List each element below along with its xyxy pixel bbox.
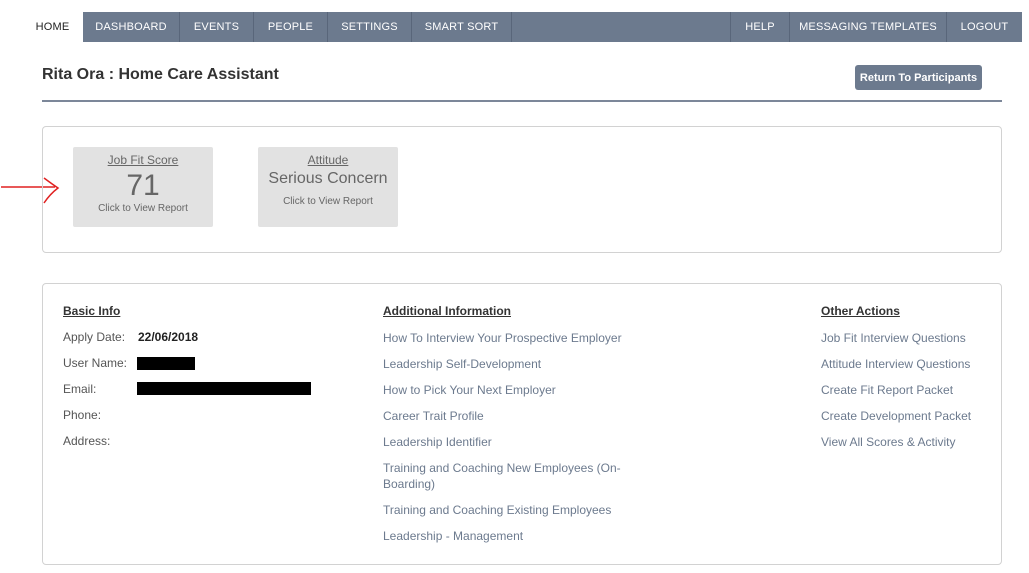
phone-label: Phone: xyxy=(63,408,102,422)
attitude-card[interactable]: Attitude Serious Concern Click to View R… xyxy=(258,147,398,227)
page-title: Rita Ora : Home Care Assistant xyxy=(42,66,279,83)
other-actions-link[interactable]: Job Fit Interview Questions xyxy=(821,330,991,346)
header-divider xyxy=(42,100,1002,102)
attitude-caption: Click to View Report xyxy=(283,196,373,207)
other-actions-heading: Other Actions xyxy=(821,304,900,318)
additional-info-link[interactable]: How to Pick Your Next Employer xyxy=(383,382,633,398)
address-row: Address: xyxy=(63,434,363,460)
apply-date-value: 22/06/2018 xyxy=(138,330,199,344)
apply-date-label: Apply Date: xyxy=(63,330,126,344)
nav-logout[interactable]: LOGOUT xyxy=(946,12,1022,42)
additional-info-link[interactable]: Training and Coaching New Employees (On-… xyxy=(383,460,633,492)
nav-events[interactable]: EVENTS xyxy=(180,12,254,42)
email-label: Email: xyxy=(63,382,97,396)
nav-settings[interactable]: SETTINGS xyxy=(328,12,412,42)
other-actions-link[interactable]: Create Fit Report Packet xyxy=(821,382,991,398)
nav-home[interactable]: HOME xyxy=(22,12,83,42)
other-actions-column: Other Actions Job Fit Interview Question… xyxy=(821,304,991,460)
other-actions-link[interactable]: View All Scores & Activity xyxy=(821,434,991,450)
user-name-redaction xyxy=(137,357,195,370)
nav-people[interactable]: PEOPLE xyxy=(254,12,328,42)
other-actions-link[interactable]: Attitude Interview Questions xyxy=(821,356,991,372)
additional-info-link[interactable]: Training and Coaching Existing Employees xyxy=(383,502,633,518)
job-fit-score-caption: Click to View Report xyxy=(98,203,188,214)
job-fit-score-value: 71 xyxy=(126,169,160,202)
nav-bar: DASHBOARD EVENTS PEOPLE SETTINGS SMART S… xyxy=(83,12,1022,42)
nav-dashboard[interactable]: DASHBOARD xyxy=(83,12,180,42)
additional-info-link[interactable]: How To Interview Your Prospective Employ… xyxy=(383,330,633,346)
apply-date-row: Apply Date: 22/06/2018 xyxy=(63,330,363,356)
other-actions-link[interactable]: Create Development Packet xyxy=(821,408,991,424)
additional-info-link[interactable]: Career Trait Profile xyxy=(383,408,633,424)
nav-messaging-templates[interactable]: MESSAGING TEMPLATES xyxy=(789,12,946,42)
additional-info-link[interactable]: Leadership Identifier xyxy=(383,434,633,450)
nav-smart-sort[interactable]: SMART SORT xyxy=(412,12,512,42)
address-label: Address: xyxy=(63,434,111,448)
phone-row: Phone: xyxy=(63,408,363,434)
nav-help[interactable]: HELP xyxy=(730,12,789,42)
info-panel: Basic Info Apply Date: 22/06/2018 User N… xyxy=(42,283,1002,565)
job-fit-score-card[interactable]: Job Fit Score 71 Click to View Report xyxy=(73,147,213,227)
basic-info-heading: Basic Info xyxy=(63,304,121,318)
attitude-value: Serious Concern xyxy=(268,170,388,187)
user-name-row: User Name: xyxy=(63,356,363,382)
scores-panel: Job Fit Score 71 Click to View Report At… xyxy=(42,126,1002,253)
additional-info-column: Additional Information How To Interview … xyxy=(383,304,633,554)
additional-info-link[interactable]: Leadership Self-Development xyxy=(383,356,633,372)
return-to-participants-button[interactable]: Return To Participants xyxy=(855,65,982,90)
additional-info-link[interactable]: Leadership - Management xyxy=(383,528,633,544)
additional-info-heading: Additional Information xyxy=(383,304,511,318)
top-nav: HOME DASHBOARD EVENTS PEOPLE SETTINGS SM… xyxy=(0,12,1029,42)
user-name-label: User Name: xyxy=(63,356,128,370)
job-fit-score-title[interactable]: Job Fit Score xyxy=(73,153,213,167)
email-redaction xyxy=(137,382,311,395)
attitude-title[interactable]: Attitude xyxy=(258,153,398,167)
